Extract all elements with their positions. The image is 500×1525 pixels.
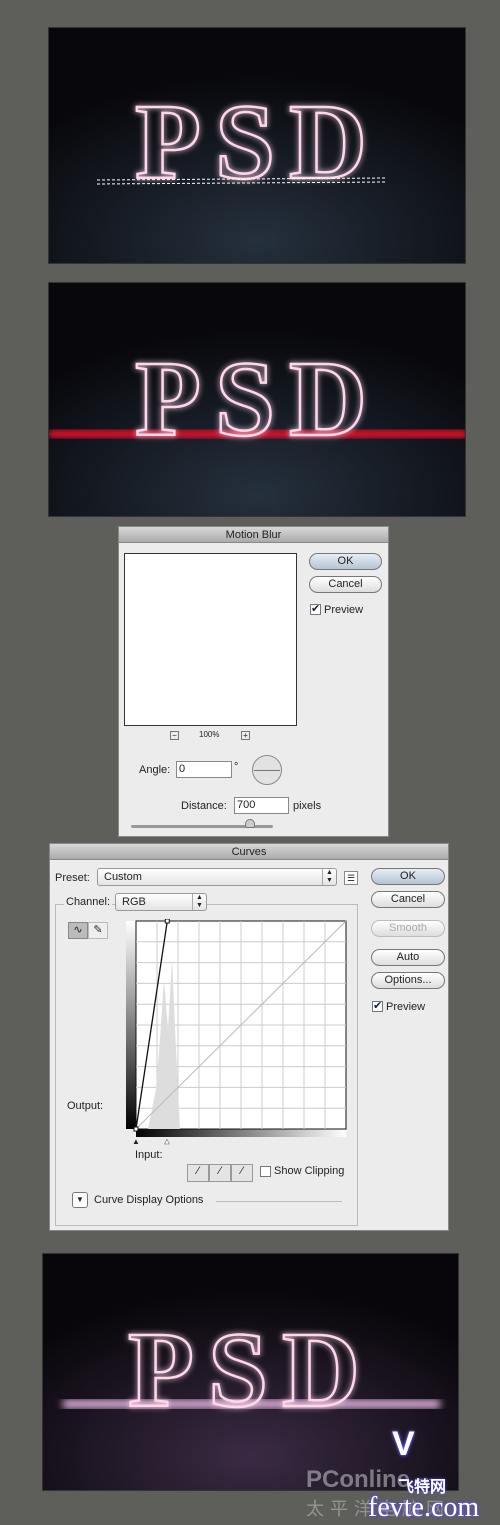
display-options-label: Curve Display Options: [94, 1194, 204, 1206]
angle-dial[interactable]: [252, 755, 282, 785]
zoom-level: 100%: [199, 730, 220, 739]
options-button[interactable]: Options...: [371, 972, 445, 989]
angle-label: Angle:: [139, 764, 171, 776]
psd-text-redline-image: PSD: [49, 283, 465, 516]
preview-canvas: [124, 553, 297, 726]
psd-text-selection-image: PSD: [49, 28, 465, 263]
input-label: Input:: [135, 1149, 163, 1161]
cancel-button[interactable]: Cancel: [371, 891, 445, 908]
auto-button[interactable]: Auto: [371, 949, 445, 966]
zoom-out-button[interactable]: −: [170, 731, 179, 740]
preset-label: Preset:: [55, 872, 90, 884]
distance-unit: pixels: [293, 800, 322, 812]
pencil-tool-button[interactable]: ✎: [88, 922, 108, 939]
gray-eyedropper[interactable]: ⁄: [209, 1164, 231, 1182]
dialog-title: Motion Blur: [119, 527, 388, 543]
preview-label: Preview: [324, 604, 364, 616]
expand-display-options-button[interactable]: ▼: [72, 1192, 88, 1208]
show-clipping-checkbox[interactable]: [260, 1166, 271, 1177]
channel-label: Channel:: [64, 896, 113, 908]
distance-input[interactable]: 700: [234, 797, 289, 814]
ok-button[interactable]: OK: [371, 868, 445, 885]
slider-thumb[interactable]: [245, 819, 255, 828]
updown-arrow-icon: ▲ ▼: [322, 869, 336, 885]
channel-value: RGB: [122, 896, 146, 908]
distance-label: Distance:: [181, 800, 227, 812]
white-eyedropper[interactable]: ⁄: [231, 1164, 253, 1182]
curve-point[interactable]: [133, 1126, 139, 1132]
divider: [216, 1201, 342, 1202]
smooth-button[interactable]: Smooth: [371, 920, 445, 937]
fevte-watermark: fevte.com: [368, 1492, 480, 1523]
updown-arrow-icon: ▲ ▼: [192, 894, 206, 910]
ok-button[interactable]: OK: [309, 553, 382, 570]
cancel-button[interactable]: Cancel: [309, 576, 382, 593]
fevte-wings-logo: V: [392, 1425, 415, 1463]
motion-blur-dialog: Motion Blur − 100% + OK Cancel ✔ Preview…: [118, 526, 389, 837]
channel-select[interactable]: RGB ▲ ▼: [115, 893, 207, 911]
psd-text: PSD: [128, 1311, 374, 1430]
artwork-step-1: PSD: [48, 27, 466, 264]
psd-text: PSD: [135, 83, 381, 202]
black-point-slider[interactable]: ▲: [132, 1137, 140, 1146]
show-clipping-label: Show Clipping: [274, 1165, 345, 1177]
black-eyedropper[interactable]: ⁄: [187, 1164, 209, 1182]
angle-unit: °: [234, 761, 239, 773]
curves-graph[interactable]: [126, 919, 348, 1137]
preset-value: Custom: [104, 871, 142, 883]
artwork-step-2: PSD: [48, 282, 466, 517]
white-point-slider[interactable]: ▲: [163, 1137, 171, 1147]
zoom-in-button[interactable]: +: [241, 731, 250, 740]
curve-tool-button[interactable]: ∿: [68, 922, 88, 939]
preview-checkbox[interactable]: ✔: [310, 604, 321, 615]
curve-point[interactable]: [164, 919, 170, 924]
preview-checkbox[interactable]: ✔: [372, 1001, 383, 1012]
psd-text: PSD: [135, 340, 381, 459]
output-label: Output:: [67, 1100, 104, 1112]
preset-menu-icon[interactable]: ☰: [344, 871, 358, 885]
dialog-title: Curves: [50, 844, 448, 860]
preview-label: Preview: [386, 1001, 426, 1013]
preset-select[interactable]: Custom ▲ ▼: [97, 868, 337, 886]
curves-dialog: Curves Preset: Custom ▲ ▼ ☰ Channel: RGB ▲ ▼…: [49, 843, 449, 1231]
pconline-text: PConline: [306, 1466, 411, 1493]
angle-input[interactable]: 0: [176, 761, 232, 778]
